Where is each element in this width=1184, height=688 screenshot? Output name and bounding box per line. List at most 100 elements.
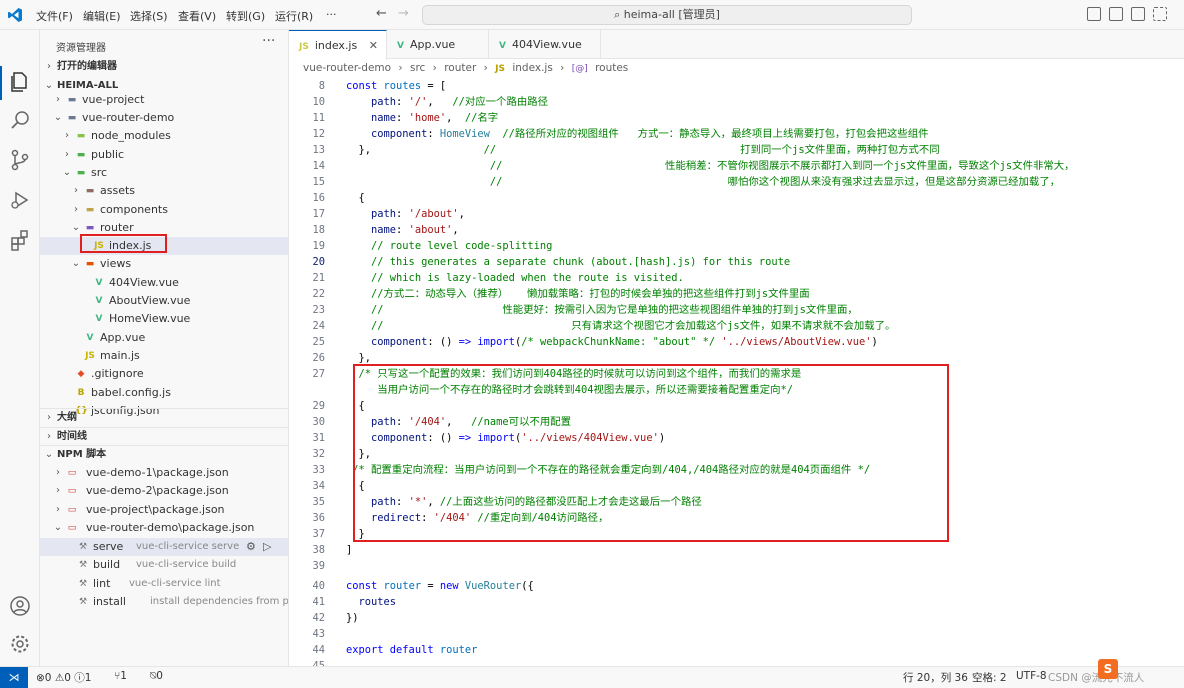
line-number: 32: [312, 448, 325, 460]
code-token: 'home': [408, 112, 447, 124]
tree-item[interactable]: JS main.js: [40, 347, 288, 365]
breadcrumb-separator: ›: [398, 62, 403, 74]
explorer-icon[interactable]: [8, 70, 32, 94]
code-token: HomeView: [439, 128, 490, 140]
command-center-search[interactable]: ⌕ heima-all [管理员]: [422, 5, 912, 25]
tree-item[interactable]: V AboutView.vue: [40, 292, 288, 310]
npm-package-item[interactable]: › ▭ vue-demo-2\package.json: [40, 482, 288, 500]
title-bar: 文件(F) 编辑(E) 选择(S) 查看(V) 转到(G) 运行(R) ··· …: [0, 0, 1184, 30]
tree-item[interactable]: › ▬ node_modules: [40, 127, 288, 145]
close-icon[interactable]: ✕: [369, 31, 378, 60]
menu-view[interactable]: 查看(V): [178, 8, 216, 24]
tree-item[interactable]: ⌄ ▬ views: [40, 255, 288, 273]
run-debug-icon[interactable]: [8, 188, 32, 212]
indentation[interactable]: 空格: 2: [972, 670, 1007, 685]
watermark-text: CSDN @流光不流人: [1048, 672, 1145, 684]
tree-item[interactable]: › ▬ public: [40, 146, 288, 164]
line-number: 29: [312, 400, 325, 412]
line-number: 40: [312, 580, 325, 592]
breadcrumb-item[interactable]: router: [444, 62, 476, 74]
tree-item[interactable]: ⌄ ▬ vue-router-demo: [40, 109, 288, 127]
toggle-sidebar-icon[interactable]: [1087, 7, 1101, 21]
code-token: const: [346, 80, 384, 92]
active-indicator: [0, 66, 2, 100]
remote-indicator[interactable]: ⋊: [0, 667, 28, 688]
code-line: 42}): [289, 610, 1184, 626]
menu-file[interactable]: 文件(F): [36, 8, 73, 24]
code-token: :: [396, 112, 409, 124]
code-token: }): [346, 612, 359, 624]
tree-item[interactable]: V HomeView.vue: [40, 310, 288, 328]
tab-app-vue[interactable]: V App.vue: [387, 30, 489, 59]
settings-gear-icon[interactable]: [8, 632, 32, 656]
js-icon: JS: [85, 350, 95, 361]
broadcast-indicator[interactable]: ⍉0: [150, 670, 163, 683]
outline-section[interactable]: › 大纲: [40, 408, 288, 426]
open-editors-section[interactable]: › 打开的编辑器: [40, 58, 288, 76]
section-label: 打开的编辑器: [57, 61, 117, 72]
code-line: 24 // 只有请求这个视图它才会加载这个js文件，如果不请求就不会加载了。: [289, 318, 1184, 334]
ports-indicator[interactable]: ⑂1: [114, 670, 127, 682]
code-text: // 性能稍差：不管你视图展示不展示都打入到同一个js文件里面，导致这个js文件…: [346, 158, 1075, 174]
menu-more[interactable]: ···: [326, 8, 337, 21]
npm-script-item[interactable]: ⚒ install install dependencies from packa.…: [40, 593, 288, 611]
vue-icon: V: [95, 277, 103, 288]
tree-item[interactable]: V App.vue: [40, 329, 288, 347]
extensions-icon[interactable]: [8, 228, 32, 252]
tree-item[interactable]: ⌄ ▬ src: [40, 164, 288, 182]
breadcrumb-item[interactable]: routes: [595, 62, 628, 74]
cursor-position[interactable]: 行 20，列 36: [903, 670, 968, 685]
breadcrumb-item[interactable]: src: [410, 62, 425, 74]
tree-item[interactable]: Bbabel.config.js: [40, 384, 288, 402]
section-label: 大纲: [57, 412, 77, 423]
npm-script-item[interactable]: ⚒ build vue-cli-service build: [40, 556, 288, 574]
section-label: NPM 脚本: [57, 449, 107, 460]
npm-package-item[interactable]: › ▭ vue-project\package.json: [40, 501, 288, 519]
tree-item[interactable]: V 404View.vue: [40, 274, 288, 292]
tree-item-label: App.vue: [100, 330, 146, 344]
problems-indicator[interactable]: ⊗0 ⚠0 ⓘ1: [36, 670, 91, 685]
npm-script-item[interactable]: ⚒ lint vue-cli-service lint: [40, 575, 288, 593]
npm-scripts-section[interactable]: ⌄ NPM 脚本: [40, 445, 288, 463]
chevron-right-icon: ›: [65, 148, 69, 160]
timeline-section[interactable]: › 时间线: [40, 427, 288, 445]
toggle-panel-icon[interactable]: [1109, 7, 1123, 21]
menu-run[interactable]: 运行(R): [275, 8, 313, 24]
npm-package-item[interactable]: ⌄ ▭ vue-router-demo\package.json: [40, 519, 288, 537]
code-token: '/': [408, 96, 428, 108]
debug-script-icon[interactable]: ⚙: [246, 538, 256, 556]
more-actions-icon[interactable]: ···: [262, 33, 275, 49]
encoding[interactable]: UTF-8: [1016, 670, 1047, 682]
tree-item-label: src: [91, 165, 108, 179]
menu-go[interactable]: 转到(G): [226, 8, 265, 24]
npm-script-item[interactable]: ⚒ serve vue-cli-service serve ⚙ ▷: [40, 538, 288, 556]
tab-404view-vue[interactable]: V 404View.vue: [489, 30, 601, 59]
back-arrow-icon[interactable]: ←: [376, 6, 387, 21]
forward-arrow-icon[interactable]: →: [398, 6, 409, 21]
toggle-secondary-sidebar-icon[interactable]: [1131, 7, 1145, 21]
source-control-icon[interactable]: [8, 148, 32, 172]
customize-layout-icon[interactable]: [1153, 7, 1167, 21]
line-number: 15: [312, 176, 325, 188]
code-line: 43: [289, 626, 1184, 642]
menu-edit[interactable]: 编辑(E): [83, 8, 121, 24]
run-script-icon[interactable]: ▷: [263, 538, 271, 556]
tree-item[interactable]: › ▬ assets: [40, 182, 288, 200]
account-icon[interactable]: [8, 594, 32, 618]
menu-selection[interactable]: 选择(S): [130, 8, 168, 24]
code-token: :: [396, 96, 409, 108]
chevron-down-icon: ⌄: [53, 521, 63, 533]
tree-item[interactable]: › ▬ vue-project: [40, 91, 288, 109]
tab-index-js[interactable]: JS index.js ✕: [289, 30, 387, 60]
script-command: vue-cli-service lint: [129, 577, 221, 589]
npm-package-item[interactable]: › ▭ vue-demo-1\package.json: [40, 464, 288, 482]
tree-item[interactable]: ◆ .gitignore: [40, 365, 288, 383]
code-text: ]: [346, 542, 352, 558]
tree-item[interactable]: › ▬ components: [40, 201, 288, 219]
folder-views-icon: ▬: [85, 259, 95, 270]
code-text: export default router: [346, 642, 477, 658]
breadcrumb-item[interactable]: vue-router-demo: [303, 62, 391, 74]
breadcrumb-item[interactable]: index.js: [512, 62, 552, 74]
search-icon[interactable]: [8, 108, 32, 132]
